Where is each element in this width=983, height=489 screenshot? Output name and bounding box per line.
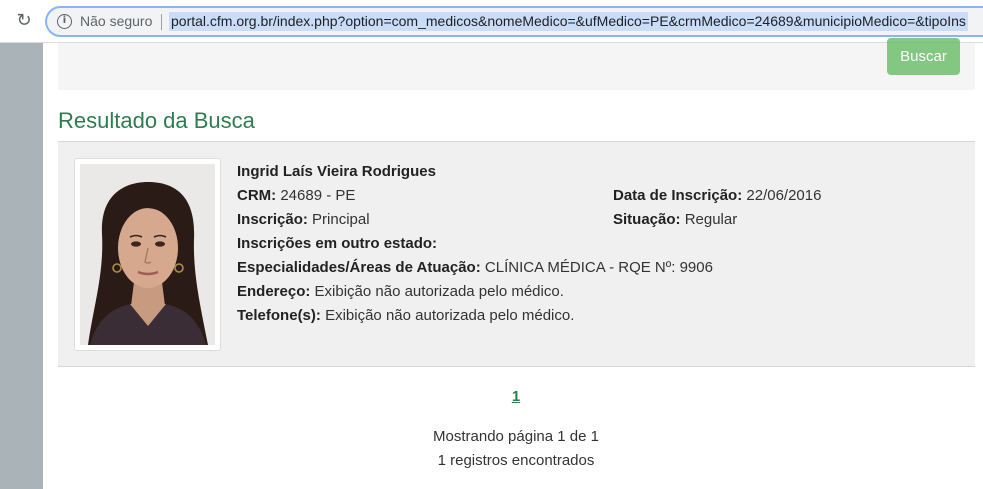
records-info: 1 registros encontrados <box>437 452 595 469</box>
phone-field: Telefone(s): Exibição não autorizada pel… <box>237 307 574 324</box>
status-field: Situação: Regular <box>613 211 737 228</box>
doctor-name: Ingrid Laís Vieira Rodrigues <box>237 163 436 180</box>
crm-label: CRM: <box>237 187 277 204</box>
search-form-panel <box>58 43 975 90</box>
security-label[interactable]: Não seguro <box>80 13 152 29</box>
crm-field: CRM: 24689 - PE <box>237 187 355 204</box>
results-title: Resultado da Busca <box>58 108 255 133</box>
address-field: Endereço: Exibição não autorizada pelo m… <box>237 283 564 300</box>
search-button[interactable]: Buscar <box>887 38 960 75</box>
registration-date-value: 22/06/2016 <box>746 187 822 204</box>
address-label: Endereço: <box>237 283 311 300</box>
other-state-field: Inscrições em outro estado: <box>237 235 437 252</box>
address-separator <box>161 14 162 30</box>
doctor-photo <box>80 164 215 345</box>
registration-date-field: Data de Inscrição: 22/06/2016 <box>613 187 821 204</box>
doctor-portrait <box>80 164 215 345</box>
specialties-value: CLÍNICA MÉDICA - RQE Nº: 9906 <box>484 259 713 276</box>
crm-value: 24689 - PE <box>280 187 356 204</box>
other-state-label: Inscrições em outro estado: <box>237 235 438 252</box>
specialties-field: Especialidades/Áreas de Atuação: CLÍNICA… <box>237 259 713 276</box>
address-bar[interactable]: i Não seguro portal.cfm.org.br/index.php… <box>45 6 983 37</box>
doctor-photo-frame <box>74 158 221 351</box>
left-gutter <box>0 43 43 489</box>
registration-date-label: Data de Inscrição: <box>613 187 743 204</box>
page-link-1[interactable]: 1 <box>512 388 520 405</box>
status-value: Regular <box>684 211 738 228</box>
status-label: Situação: <box>613 211 681 228</box>
specialties-label: Especialidades/Áreas de Atuação: <box>237 259 481 276</box>
phone-label: Telefone(s): <box>237 307 321 324</box>
inscription-field: Inscrição: Principal <box>237 211 370 228</box>
pagination: 1 <box>0 388 983 406</box>
browser-toolbar: ↻ i Não seguro portal.cfm.org.br/index.p… <box>0 0 983 42</box>
url-text[interactable]: portal.cfm.org.br/index.php?option=com_m… <box>169 12 968 31</box>
inscription-value: Principal <box>312 211 370 228</box>
doctor-result-card: Ingrid Laís Vieira Rodrigues CRM: 24689 … <box>58 141 975 367</box>
info-icon[interactable]: i <box>57 14 72 29</box>
address-value: Exibição não autorizada pelo médico. <box>314 283 564 300</box>
page-info: Mostrando página 1 de 1 <box>433 428 599 445</box>
inscription-label: Inscrição: <box>237 211 308 228</box>
phone-value: Exibição não autorizada pelo médico. <box>325 307 575 324</box>
reload-icon[interactable]: ↻ <box>14 11 34 31</box>
